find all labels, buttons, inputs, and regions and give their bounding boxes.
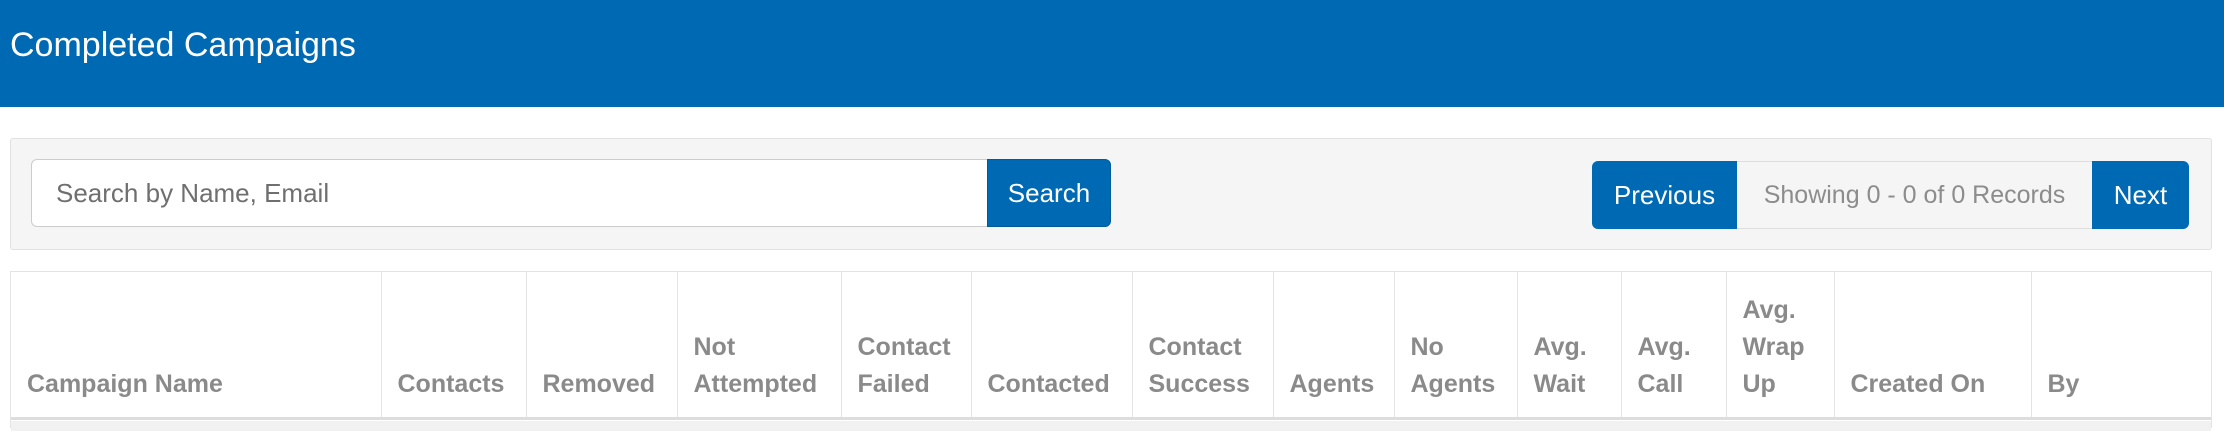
search-input[interactable] (31, 159, 987, 227)
pagination: Previous Showing 0 - 0 of 0 Records Next (1592, 161, 2189, 229)
column-header-avg-wait[interactable]: Avg. Wait (1516, 272, 1621, 420)
campaigns-table: Campaign Name Contacts Removed Not Attem… (10, 271, 2212, 431)
table-header-row: Campaign Name Contacts Removed Not Attem… (11, 272, 2211, 420)
column-header-no-agents[interactable]: No Agents (1393, 272, 1517, 420)
column-header-avg-call[interactable]: Avg. Call (1620, 272, 1726, 420)
records-info: Showing 0 - 0 of 0 Records (1737, 161, 2092, 229)
column-header-agents[interactable]: Agents (1272, 272, 1394, 420)
column-header-avg-wrap-up[interactable]: Avg. Wrap Up (1725, 272, 1834, 420)
previous-button[interactable]: Previous (1592, 161, 1737, 229)
column-header-contacted[interactable]: Contacted (970, 272, 1132, 420)
column-header-created-on[interactable]: Created On (1833, 272, 2031, 420)
toolbar: Search Previous Showing 0 - 0 of 0 Recor… (10, 138, 2212, 250)
column-header-not-attempted[interactable]: Not Attempted (676, 272, 841, 420)
page-header: Completed Campaigns (0, 0, 2224, 107)
column-header-removed[interactable]: Removed (525, 272, 677, 420)
column-header-by[interactable]: By (2030, 272, 2211, 420)
page-title: Completed Campaigns (10, 26, 356, 64)
column-header-campaign-name[interactable]: Campaign Name (11, 272, 381, 420)
table-body (11, 421, 2211, 431)
column-header-contacts[interactable]: Contacts (380, 272, 526, 420)
next-button[interactable]: Next (2092, 161, 2189, 229)
column-header-contact-failed[interactable]: Contact Failed (840, 272, 971, 420)
search-button[interactable]: Search (987, 159, 1111, 227)
column-header-contact-success[interactable]: Contact Success (1131, 272, 1273, 420)
